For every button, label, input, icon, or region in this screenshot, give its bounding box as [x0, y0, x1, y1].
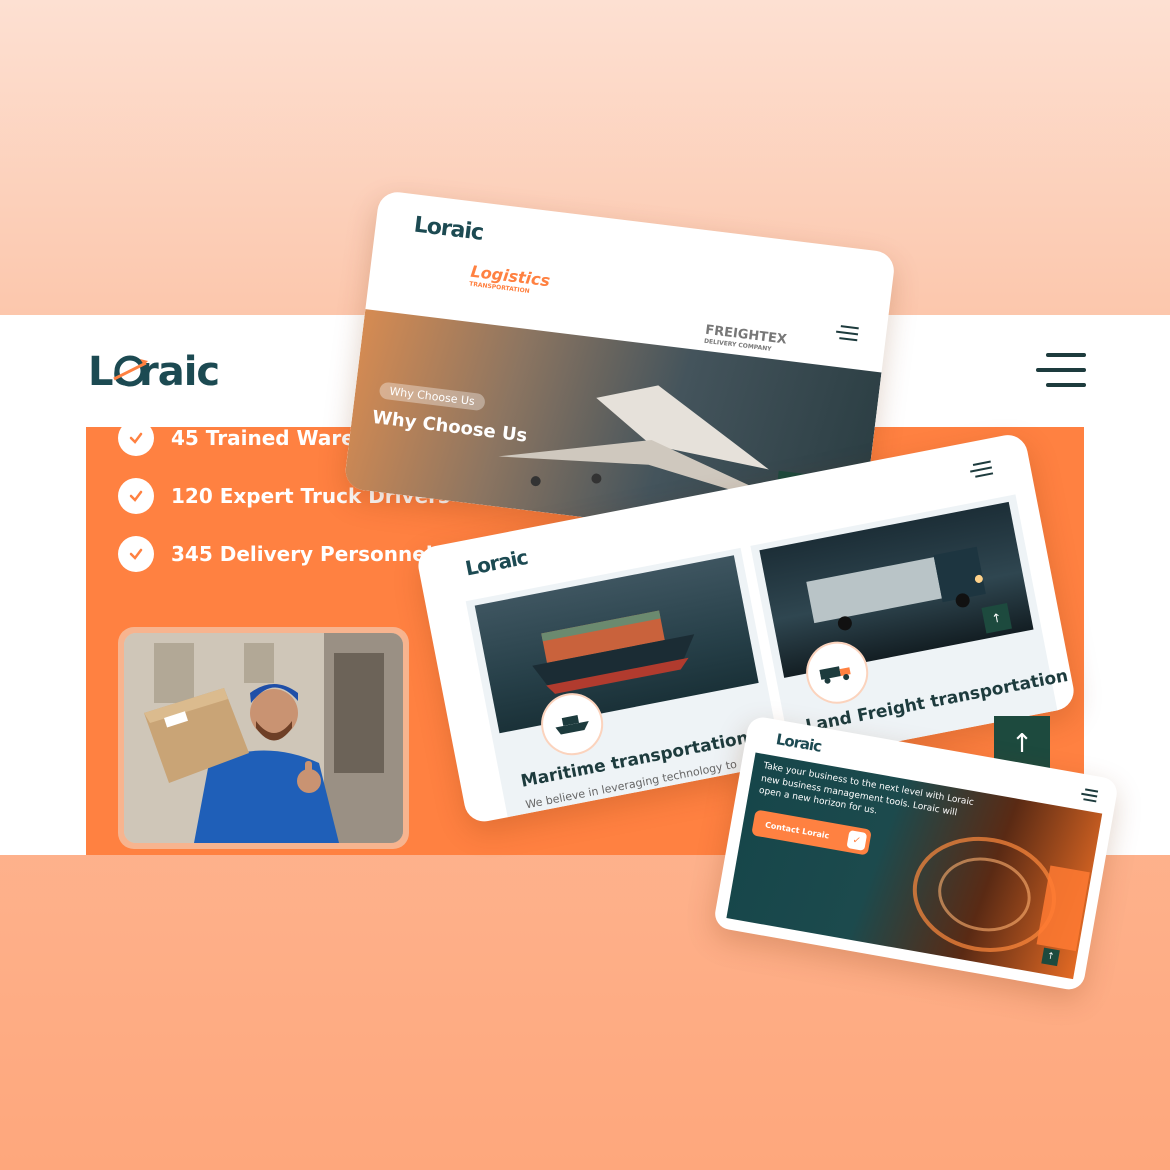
arrow-up-icon: ↑ [990, 610, 1003, 627]
hamburger-menu-icon[interactable] [969, 460, 994, 481]
stat-row: 345 Delivery Personnel [118, 536, 433, 572]
site-logo[interactable]: Loraic [88, 349, 220, 395]
delivery-photo-frame [118, 627, 409, 849]
check-icon: ✓ [846, 830, 868, 851]
stat-label: 345 Delivery Personnel [171, 542, 433, 566]
check-icon [118, 478, 154, 514]
hamburger-menu-icon[interactable] [1036, 353, 1086, 387]
logo-text: Loraic [88, 349, 220, 395]
delivery-man-photo [124, 633, 403, 843]
service-image-truck [759, 501, 1034, 678]
compass-plane-icon [113, 355, 148, 387]
cta-banner: Take your business to the next level wit… [726, 752, 1103, 980]
card-logo: Loraic [463, 544, 530, 581]
hamburger-menu-icon[interactable] [835, 325, 859, 344]
hamburger-menu-icon[interactable] [1080, 788, 1099, 803]
arrow-up-icon: ↑ [1045, 951, 1056, 963]
truck-icon [819, 666, 851, 684]
partner-logo: FREIGHTEX DELIVERY COMPANY [703, 322, 788, 353]
partner-logo: Logistics TRANSPORTATION [468, 261, 552, 295]
check-icon [118, 420, 154, 456]
scroll-top-button[interactable]: ↑ [1041, 947, 1060, 967]
arrow-up-icon: ↑ [1011, 729, 1033, 759]
contact-button-label: Contact Loraic [764, 819, 831, 841]
check-icon [118, 536, 154, 572]
scroll-top-button[interactable]: ↑ [981, 603, 1012, 634]
ship-icon [555, 715, 589, 735]
card-logo: Loraic [412, 212, 485, 246]
card-logo: Loraic [774, 730, 823, 756]
service-image-ship [474, 555, 759, 734]
